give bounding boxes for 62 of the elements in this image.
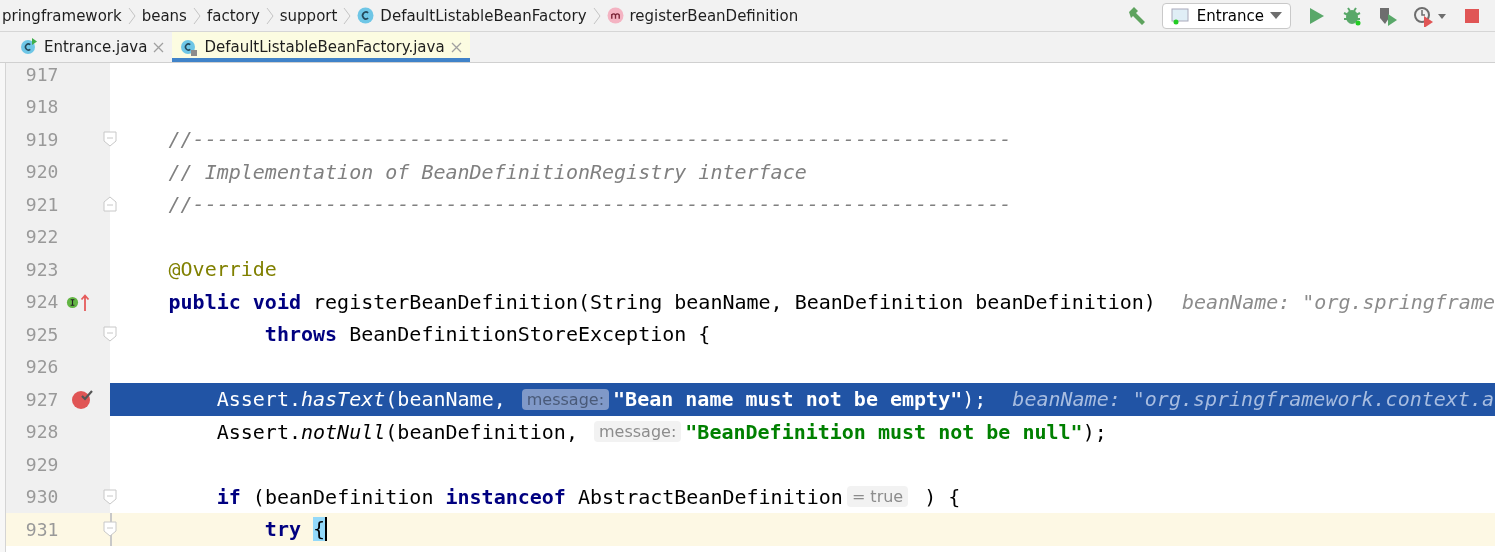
line-number: 925 [24, 323, 59, 345]
line-number: 917 [24, 63, 59, 85]
inlay-hint: message: [594, 421, 682, 443]
line-number: 930 [24, 486, 59, 508]
code-text: "Bean name must not be empty"); [613, 387, 987, 412]
method-icon [606, 7, 624, 24]
line-number: 926 [24, 356, 59, 378]
fold-icon[interactable] [103, 131, 118, 148]
breadcrumb-item[interactable]: factory [206, 6, 260, 25]
line-number: 929 [24, 453, 59, 475]
dropdown-arrow-icon [1270, 11, 1282, 20]
breadcrumb-item[interactable]: support [279, 6, 338, 25]
close-icon[interactable] [450, 41, 462, 53]
line-number: 922 [24, 226, 59, 248]
locked-class-icon [180, 38, 199, 56]
breadcrumb-item[interactable]: pringframework [2, 6, 122, 25]
fold-icon[interactable] [103, 326, 118, 343]
code-text: try { [263, 517, 328, 542]
line-number: 921 [24, 193, 59, 215]
fold-icon[interactable] [103, 521, 118, 538]
inlay-hint: = true [846, 486, 909, 508]
chevron-icon [127, 5, 136, 26]
chevron-icon [265, 5, 274, 26]
close-icon[interactable] [153, 41, 165, 53]
code-text: ) { [923, 484, 961, 509]
editor-tab[interactable]: Entrance.java [12, 32, 173, 62]
breadcrumb-item[interactable]: registerBeanDefinition [629, 6, 799, 25]
fold-icon[interactable] [103, 488, 118, 505]
runnable-class-icon [20, 38, 38, 56]
code-text: Assert.hasText(beanName, [215, 387, 507, 412]
code-text: @Override [167, 257, 277, 282]
chevron-icon [343, 5, 352, 26]
chevron-icon [592, 5, 601, 26]
line-number: 919 [24, 128, 59, 150]
fold-icon[interactable] [103, 196, 118, 213]
code-text: public void registerBeanDefinition(String beanName, BeanDefinition beanDefinition) [167, 289, 1156, 314]
debug-value: beanName: "org.springframework.context.a [1012, 387, 1494, 412]
run-configuration-dropdown[interactable]: Entrance [1161, 2, 1291, 29]
chevron-icon [192, 5, 201, 26]
line-number: 931 [24, 518, 59, 540]
line-number: 928 [24, 421, 59, 443]
debug-value: beanName: "org.springframe [1181, 289, 1495, 314]
code-text: //-------------------------------------------------------------------- [167, 192, 1012, 217]
class-icon [357, 7, 375, 24]
breadcrumb-item[interactable]: beans [141, 6, 187, 25]
profiler-icon[interactable] [1413, 4, 1447, 27]
line-number: 924 [24, 291, 59, 313]
line-number: 927 [24, 388, 59, 410]
code-text: //-------------------------------------------------------------------- [167, 127, 1012, 152]
code-text: Assert.notNull(beanDefinition, [215, 419, 579, 444]
code-text: // Implementation of BeanDefinitionRegistry interface [167, 159, 807, 184]
code-text: throws BeanDefinitionStoreException { [263, 322, 711, 347]
implements-icon[interactable] [66, 295, 80, 309]
application-icon [1170, 6, 1191, 25]
inlay-hint: message: [521, 388, 610, 410]
line-number: 920 [24, 161, 59, 183]
editor-tab[interactable]: DefaultListableBeanFactory.java [172, 32, 470, 62]
code-text: "BeanDefinition must not be null"); [685, 419, 1107, 444]
line-number: 918 [24, 96, 59, 118]
code-text: if (beanDefinition instanceof AbstractBeanDefinition [215, 484, 843, 509]
breadcrumb-item[interactable]: DefaultListableBeanFactory [380, 6, 587, 25]
line-number: 923 [24, 258, 59, 280]
